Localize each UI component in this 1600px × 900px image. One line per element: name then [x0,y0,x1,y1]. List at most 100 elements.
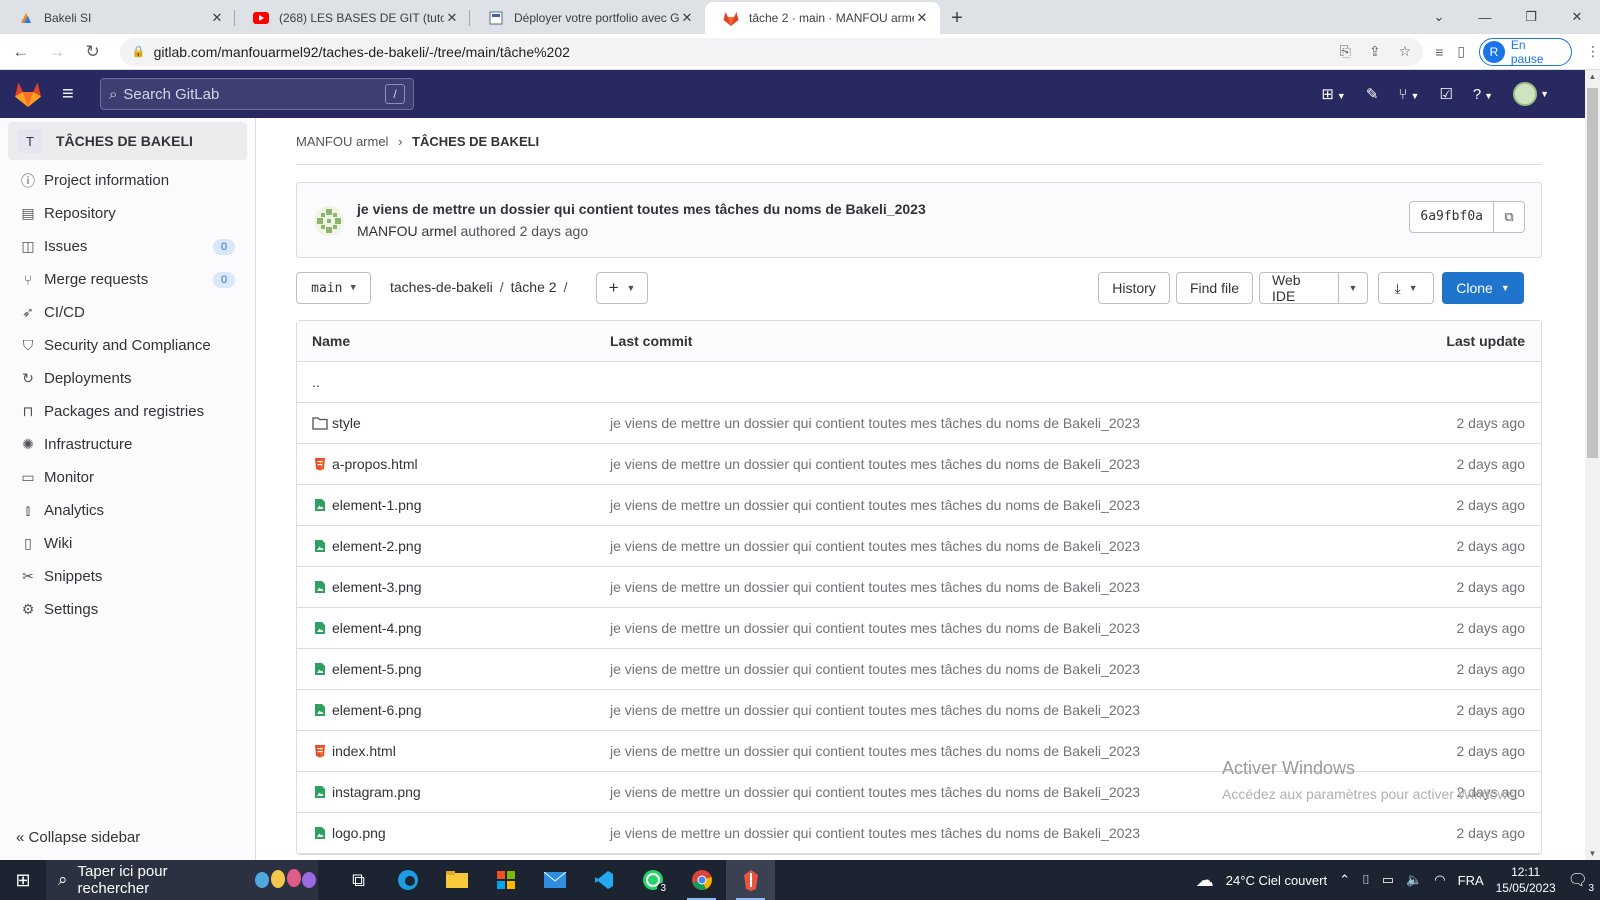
help-icon[interactable]: ? ▼ [1473,86,1493,103]
web-ide-button[interactable]: Web IDE [1259,272,1339,304]
last-commit-message[interactable]: je viens de mettre un dossier qui contie… [610,743,1381,759]
table-row[interactable]: logo.png je viens de mettre un dossier qu… [297,813,1541,854]
file-name-cell[interactable]: index.html [297,743,610,759]
sidebar-item-ci-cd[interactable]: ➶ CI/CD [0,296,255,329]
close-tab-icon[interactable]: ✕ [914,10,930,26]
reading-list-icon[interactable]: ≡ [1435,44,1443,60]
show-hidden-icons-icon[interactable]: ⌃ [1339,872,1350,888]
breadcrumb-project[interactable]: TÂCHES DE BAKELI [412,134,539,149]
sidebar-item-snippets[interactable]: ✂ Snippets [0,560,255,593]
last-commit-message[interactable]: je viens de mettre un dossier qui contie… [610,538,1381,554]
vscode-icon[interactable] [579,860,628,900]
taskbar-search-box[interactable]: ⌕ Taper ici pour rechercher [46,860,318,900]
reload-icon[interactable]: ↻ [78,42,108,62]
sidebar-item-packages[interactable]: ⊓ Packages and registries [0,395,255,428]
commit-sha[interactable]: 6a9fbf0a [1410,202,1494,232]
notifications-icon[interactable]: 🗨 3 [1568,870,1594,894]
file-name[interactable]: index.html [332,743,396,759]
chrome-icon[interactable] [677,860,726,900]
sidebar-item-project-information[interactable]: ⓘ Project information [0,164,255,197]
forward-icon[interactable]: → [42,42,72,62]
tab-search-chevron-icon[interactable]: ⌄ [1416,9,1462,25]
create-new-icon[interactable]: ⊞ ▼ [1321,85,1346,103]
translate-icon[interactable]: ⎘ [1340,43,1351,60]
last-commit-message[interactable]: je viens de mettre un dossier qui contie… [610,702,1381,718]
task-view-icon[interactable]: ⧉ [334,860,383,900]
file-name[interactable]: element-3.png [332,579,422,595]
volume-icon[interactable]: 🔈 [1406,872,1422,888]
path-folder[interactable]: tâche 2 [511,279,557,295]
search-input[interactable]: ⌕ Search GitLab / [100,78,414,110]
path-root[interactable]: taches-de-bakeli [390,279,493,295]
file-name[interactable]: logo.png [332,825,386,841]
file-name[interactable]: element-6.png [332,702,422,718]
file-name[interactable]: element-2.png [332,538,422,554]
add-to-tree-dropdown[interactable]: + ▼ [596,272,648,304]
file-name-cell[interactable]: element-4.png [297,620,610,636]
author-avatar[interactable] [313,205,345,237]
merge-requests-header-icon[interactable]: ⑂ ▼ [1398,86,1419,103]
web-ide-options-dropdown[interactable]: ▼ [1338,272,1368,304]
browser-tab-gitlab[interactable]: tâche 2 · main · MANFOU armel / ✕ [705,2,940,34]
windows-start-icon[interactable]: ⊞ [0,870,46,891]
last-commit-message[interactable]: je viens de mettre un dossier qui contie… [610,497,1381,513]
weather-text[interactable]: 24°C Ciel couvert [1226,873,1327,888]
language-indicator[interactable]: FRA [1458,873,1484,888]
wifi-icon[interactable]: ◠ [1434,872,1445,888]
table-row[interactable]: element-4.png je viens de mettre un dossi… [297,608,1541,649]
file-name-cell[interactable]: style [297,415,610,431]
file-name-cell[interactable]: element-2.png [297,538,610,554]
sidebar-item-deployments[interactable]: ↻ Deployments [0,362,255,395]
last-commit-message[interactable]: je viens de mettre un dossier qui contie… [610,456,1381,472]
file-name[interactable]: element-1.png [332,497,422,513]
mail-icon[interactable] [530,860,579,900]
menu-hamburger-icon[interactable]: ≡ [62,83,82,106]
sidebar-item-wiki[interactable]: ▯ Wiki [0,527,255,560]
table-row[interactable]: a-propos.html je viens de mettre un dossi… [297,444,1541,485]
last-commit-message[interactable]: je viens de mettre un dossier qui contie… [610,415,1381,431]
sidebar-item-settings[interactable]: ⚙ Settings [0,593,255,626]
sidebar-item-monitor[interactable]: ▭ Monitor [0,461,255,494]
commit-title[interactable]: je viens de mettre un dossier qui contie… [357,201,926,217]
issues-header-icon[interactable]: ✎ [1366,85,1379,103]
sidebar-item-infrastructure[interactable]: ✺ Infrastructure [0,428,255,461]
find-file-button[interactable]: Find file [1176,272,1253,304]
user-menu[interactable]: ▼ [1513,82,1549,106]
file-explorer-icon[interactable] [432,860,481,900]
url-field[interactable]: 🔒 gitlab.com/manfouarmel92/taches-de-bak… [119,37,1424,66]
parent-directory-link[interactable]: .. [297,374,610,390]
last-commit-message[interactable]: je viens de mettre un dossier qui contie… [610,579,1381,595]
file-name-cell[interactable]: element-3.png [297,579,610,595]
branch-selector[interactable]: main ▼ [296,272,371,304]
weather-cloud-icon[interactable]: ☁ [1196,870,1214,891]
browser-tab-bakeli[interactable]: Bakeli SI ✕ [0,2,235,34]
last-commit-message[interactable]: je viens de mettre un dossier qui contie… [610,825,1381,841]
system-clock[interactable]: 12:11 15/05/2023 [1496,864,1556,896]
active-app-icon[interactable] [726,860,775,900]
file-name[interactable]: style [332,415,361,431]
minimize-icon[interactable]: — [1462,10,1508,25]
download-dropdown[interactable]: ⤓ ▼ [1378,272,1434,304]
sidebar-item-repository[interactable]: ▤ Repository [0,197,255,230]
sidebar-item-issues[interactable]: ◫ Issues 0 [0,230,255,263]
share-icon[interactable]: ⇪ [1369,43,1381,60]
profile-button[interactable]: R En pause [1479,37,1573,66]
table-row[interactable]: element-5.png je viens de mettre un dossi… [297,649,1541,690]
file-name-cell[interactable]: logo.png [297,825,610,841]
breadcrumb-owner[interactable]: MANFOU armel [296,134,388,149]
file-name[interactable]: element-4.png [332,620,422,636]
restore-icon[interactable]: ❐ [1508,9,1554,25]
history-button[interactable]: History [1098,272,1170,304]
back-icon[interactable]: ← [6,42,36,62]
whatsapp-icon[interactable]: 3 [628,860,677,900]
browser-menu-icon[interactable]: ⋮ [1586,43,1600,60]
sidebar-project-header[interactable]: T TÂCHES DE BAKELI [8,122,247,160]
copy-sha-icon[interactable]: ⧉ [1494,202,1524,232]
microsoft-store-icon[interactable] [481,860,530,900]
sidebar-item-merge-requests[interactable]: ⑂ Merge requests 0 [0,263,255,296]
last-commit-message[interactable]: je viens de mettre un dossier qui contie… [610,620,1381,636]
file-name[interactable]: a-propos.html [332,456,418,472]
browser-tab-deploy[interactable]: Déployer votre portfolio avec Git ✕ [470,2,705,34]
bookmark-star-icon[interactable]: ☆ [1399,43,1412,60]
todos-icon[interactable]: ☑ [1439,85,1452,103]
